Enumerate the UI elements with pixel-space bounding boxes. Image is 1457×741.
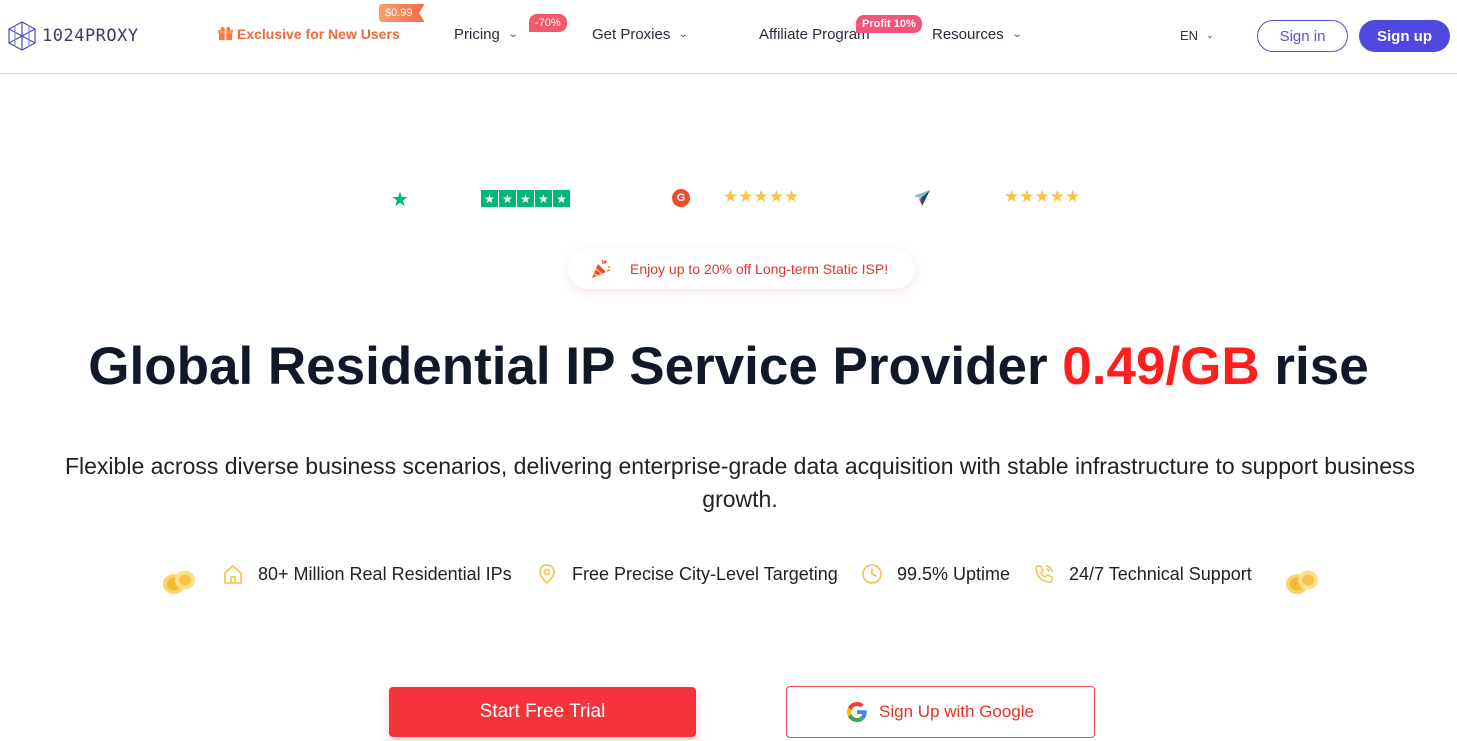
trustpilot-logo: ★ — [391, 187, 409, 212]
profit-badge: Profit 10% — [856, 15, 922, 33]
coin-stack-icon — [1286, 570, 1318, 594]
feature-label: 24/7 Technical Support — [1069, 563, 1252, 584]
nav-get-proxies-label: Get Proxies — [592, 26, 671, 43]
home-icon — [224, 565, 242, 584]
gift-icon — [218, 27, 233, 41]
star-icon: ★ — [553, 190, 570, 207]
logo[interactable]: 1024PROXY — [6, 20, 139, 52]
g2-stars: ★★★★★ — [723, 187, 800, 206]
nav-resources-label: Resources — [932, 26, 1004, 43]
sign-up-button[interactable]: Sign up — [1359, 20, 1450, 52]
trustpilot-rating: ★ ★ ★ ★ ★ — [481, 190, 570, 207]
promo-banner[interactable]: Enjoy up to 20% off Long-term Static ISP… — [568, 249, 915, 289]
g2-icon: G — [672, 189, 690, 207]
chevron-down-icon: ⌄ — [678, 29, 690, 40]
feature-support: 24/7 Technical Support — [1033, 563, 1252, 585]
star-icon: ★ — [535, 190, 552, 207]
feature-label: 80+ Million Real Residential IPs — [258, 563, 512, 584]
party-popper-icon — [592, 259, 611, 278]
star-icon: ★ — [517, 190, 534, 207]
sign-in-button[interactable]: Sign in — [1257, 20, 1348, 52]
phone-icon — [1035, 565, 1053, 583]
feature-residential-ips: 80+ Million Real Residential IPs — [222, 563, 512, 585]
features-row: 80+ Million Real Residential IPs Free Pr… — [0, 563, 1457, 595]
trustpilot-star-icon: ★ — [391, 189, 409, 211]
nav-exclusive-new-users[interactable]: Exclusive for New Users — [218, 26, 400, 42]
chevron-down-icon: ⌄ — [507, 29, 519, 40]
g2-logo: G — [672, 189, 690, 207]
capterra-stars: ★★★★★ — [1004, 187, 1081, 206]
site-header: 1024PROXY Exclusive for New Users $0.99 … — [0, 0, 1457, 74]
start-free-trial-button[interactable]: Start Free Trial — [389, 687, 696, 737]
google-signup-button[interactable]: Sign Up with Google — [786, 686, 1095, 738]
nav-affiliate[interactable]: Affiliate Program — [759, 26, 870, 43]
nav-get-proxies[interactable]: Get Proxies ⌄ — [592, 26, 690, 43]
logo-cube-icon — [8, 21, 36, 51]
hero-title-price: 0.49/GB — [1062, 337, 1260, 396]
star-icon: ★ — [481, 190, 498, 207]
nav-exclusive-label: Exclusive for New Users — [237, 26, 400, 42]
hero-title-main: Global Residential IP Service Provider — [88, 337, 1063, 396]
capterra-logo — [913, 189, 931, 207]
google-icon — [847, 702, 867, 722]
nav-affiliate-label: Affiliate Program — [759, 26, 870, 43]
feature-label: Free Precise City-Level Targeting — [572, 563, 838, 584]
nav-pricing[interactable]: Pricing ⌄ — [454, 26, 519, 43]
discount-badge: -70% — [529, 14, 567, 32]
hero-subtitle: Flexible across diverse business scenari… — [64, 453, 1415, 512]
promo-text: Enjoy up to 20% off Long-term Static ISP… — [630, 261, 889, 277]
star-icon: ★ — [499, 190, 516, 207]
hero-title: Global Residential IP Service Provider 0… — [0, 336, 1457, 397]
feature-city-targeting: Free Precise City-Level Targeting — [536, 563, 838, 585]
hero-title-end: rise — [1259, 337, 1369, 396]
feature-label: 99.5% Uptime — [897, 563, 1011, 584]
nav-pricing-label: Pricing — [454, 26, 500, 43]
coin-stack-icon — [163, 570, 195, 594]
language-label: EN — [1180, 28, 1199, 43]
chevron-down-icon: ⌄ — [1206, 30, 1214, 40]
trustpilot-stars: ★ ★ ★ ★ ★ — [481, 190, 570, 207]
capterra-arrow-icon — [914, 190, 930, 206]
feature-uptime: 99.5% Uptime — [861, 563, 1010, 585]
capterra-rating: ★★★★★ — [1004, 187, 1080, 207]
clock-icon — [862, 564, 882, 584]
g2-rating: ★★★★★ — [723, 187, 799, 207]
language-selector[interactable]: EN ⌄ — [1180, 28, 1214, 43]
location-pin-icon — [539, 564, 555, 585]
logo-text: 1024PROXY — [42, 26, 139, 46]
price-badge: $0.99 — [379, 4, 425, 22]
google-signup-label: Sign Up with Google — [879, 702, 1034, 721]
nav-resources[interactable]: Resources ⌄ — [932, 26, 1023, 43]
chevron-down-icon: ⌄ — [1011, 29, 1023, 40]
